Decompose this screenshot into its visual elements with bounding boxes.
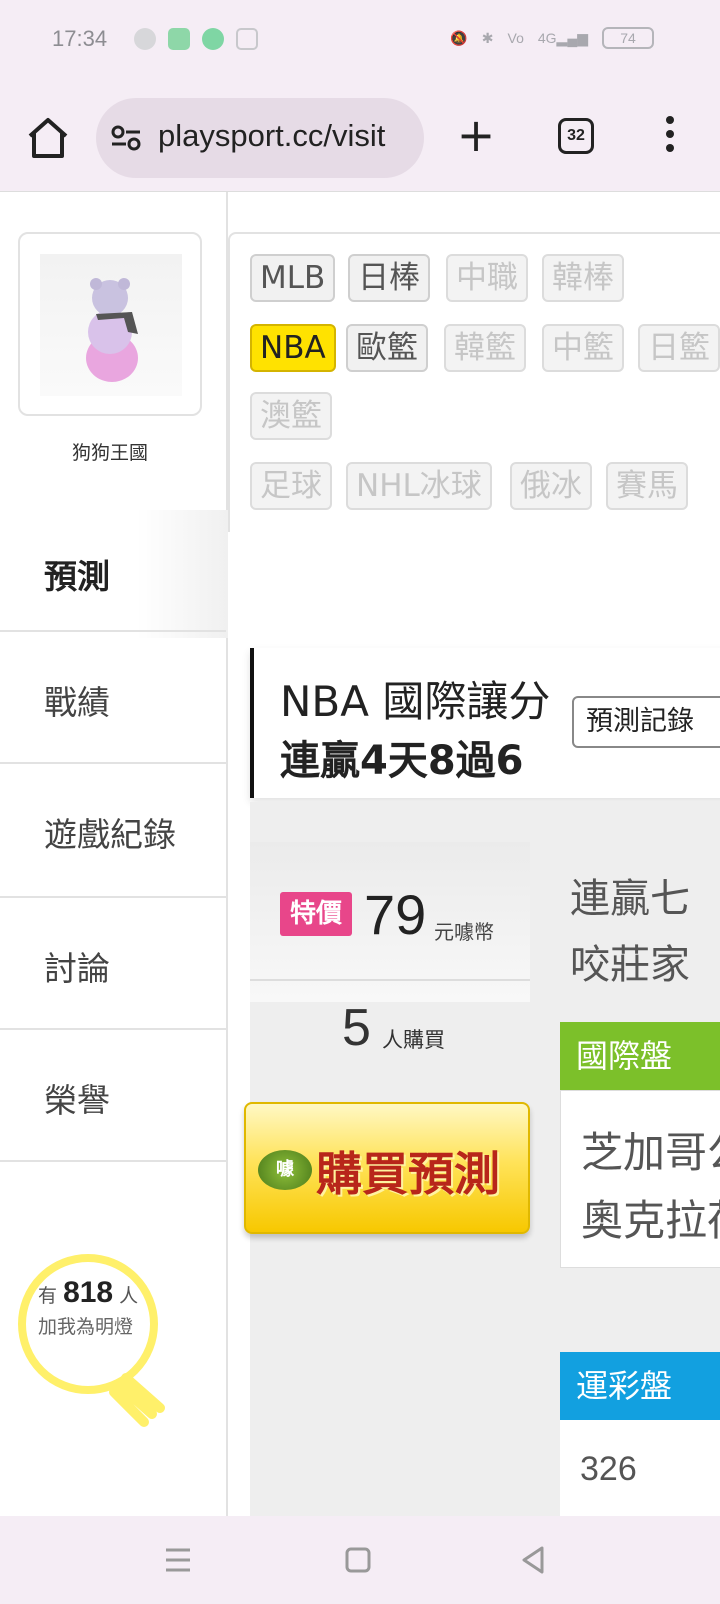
- prediction-record-button[interactable]: 預測記錄: [572, 696, 720, 748]
- signal-icon: 4G▂▄▆: [537, 29, 588, 46]
- league-chip-cpbl[interactable]: 中職: [446, 254, 528, 302]
- upload-icon: [202, 28, 224, 50]
- prediction-desc-line1: 連贏七: [570, 876, 690, 922]
- league-chip-soccer[interactable]: 足球: [250, 462, 332, 510]
- coin-logo-icon: 噱: [258, 1150, 312, 1190]
- recent-apps-icon[interactable]: [158, 1542, 198, 1578]
- sidebar-item-label: 討論: [44, 949, 110, 988]
- price-value: 79: [364, 883, 427, 946]
- chat-bubble-icon: [134, 28, 156, 50]
- sidebar-item-honor[interactable]: 榮譽: [0, 1028, 226, 1162]
- buyers-label: 人購買: [382, 1028, 445, 1052]
- league-chip-khl[interactable]: 俄冰: [510, 462, 592, 510]
- avatar-image: [40, 254, 182, 396]
- more-menu-icon[interactable]: [660, 116, 680, 160]
- league-chip-kbl[interactable]: 韓籃: [444, 324, 526, 372]
- buy-prediction-label: 購買預測: [316, 1147, 500, 1201]
- back-nav-icon[interactable]: [514, 1542, 554, 1578]
- android-icon: [168, 28, 190, 50]
- league-chip-nhl[interactable]: NHL冰球: [346, 462, 492, 510]
- price-unit: 元噱幣: [434, 920, 494, 944]
- league-filter: MLB 日棒 中職 韓棒 NBA 歐籃 韓籃 中籃 日籃 澳籃 足球 NHL冰球…: [228, 232, 720, 532]
- fans-count: 818: [63, 1276, 114, 1309]
- battery-icon: 74: [602, 27, 654, 49]
- sidebar-item-label: 預測: [44, 557, 110, 596]
- league-chip-jpn-basketball[interactable]: 日籃: [638, 324, 720, 372]
- league-chip-npb[interactable]: 日棒: [348, 254, 430, 302]
- team-name: 奧克拉荷: [581, 1196, 720, 1245]
- league-chip-cba[interactable]: 中籃: [542, 324, 624, 372]
- league-chip-euro-basketball[interactable]: 歐籃: [346, 324, 428, 372]
- league-chip-nbl[interactable]: 澳籃: [250, 392, 332, 440]
- site-info-icon[interactable]: [110, 124, 142, 152]
- mute-icon: 🔕: [450, 29, 468, 46]
- lottery-value: 326: [580, 1450, 637, 1488]
- prediction-deal: 特價 79 元噱幣 5 人購買 噱 購買預測 連贏七 咬莊家 國際盤 芝加哥公 …: [244, 802, 720, 1516]
- volte-icon: Vo: [507, 30, 524, 46]
- buyers-count: 5: [342, 999, 371, 1057]
- sidebar-item-label: 榮譽: [44, 1081, 110, 1120]
- main-content: MLB 日棒 中職 韓棒 NBA 歐籃 韓籃 中籃 日籃 澳籃 足球 NHL冰球…: [228, 192, 720, 1516]
- intl-odds-box: 芝加哥公 奧克拉荷: [560, 1090, 720, 1268]
- profile-sidebar: 狗狗王國 預測 戰績 遊戲紀錄 討論 榮譽 有 818 人 加我為明燈: [0, 192, 228, 1516]
- home-icon[interactable]: [24, 116, 72, 160]
- browser-toolbar: playsport.cc/visit + 32: [0, 80, 720, 192]
- prediction-detail: 連贏七 咬莊家 國際盤 芝加哥公 奧克拉荷 運彩盤 326: [540, 802, 720, 1516]
- url-bar[interactable]: playsport.cc/visit: [96, 98, 424, 178]
- league-chip-kbo[interactable]: 韓棒: [542, 254, 624, 302]
- sidebar-item-record[interactable]: 戰績: [0, 630, 226, 764]
- fans-caption: 加我為明燈: [38, 1316, 134, 1338]
- tabs-icon[interactable]: 32: [558, 118, 594, 154]
- play-icon: [236, 28, 258, 50]
- sale-badge: 特價: [280, 892, 352, 936]
- nickname: 狗狗王國: [71, 442, 148, 464]
- sidebar-item-predict[interactable]: 預測: [0, 510, 228, 638]
- notification-icons: [134, 28, 258, 50]
- fans-count-line: 有 818 人: [38, 1276, 139, 1309]
- team-name: 芝加哥公: [581, 1128, 720, 1177]
- status-time: 17:34: [52, 26, 108, 51]
- sidebar-item-discussion[interactable]: 討論: [0, 896, 226, 1030]
- prediction-header: NBA 國際讓分 連贏4天8過6 預測記錄: [250, 648, 720, 798]
- prediction-streak: 連贏4天8過6: [280, 738, 524, 784]
- system-nav-bar: [0, 1516, 720, 1604]
- league-chip-horse-racing[interactable]: 賽馬: [606, 462, 688, 510]
- avatar[interactable]: [18, 232, 202, 416]
- status-bar: 17:34 🔕 ✱ Vo 4G▂▄▆ 74: [0, 0, 720, 80]
- intl-odds-header: 國際盤: [560, 1022, 720, 1090]
- plus-icon[interactable]: +: [456, 112, 496, 158]
- league-chip-mlb[interactable]: MLB: [250, 254, 336, 302]
- bluetooth-icon: ✱: [481, 29, 494, 46]
- home-nav-icon[interactable]: [338, 1542, 378, 1578]
- sidebar-item-game-log[interactable]: 遊戲紀錄: [0, 762, 226, 896]
- lottery-odds-box: 326: [560, 1420, 720, 1516]
- bear-figure-icon: [86, 278, 138, 382]
- url-text[interactable]: playsport.cc/visit: [158, 118, 385, 154]
- prediction-title: NBA 國際讓分: [280, 677, 551, 726]
- divider: [250, 979, 530, 981]
- lottery-odds-header: 運彩盤: [560, 1352, 720, 1420]
- system-icons: 🔕 ✱ Vo 4G▂▄▆ 74: [450, 27, 654, 49]
- buy-prediction-button[interactable]: 噱 購買預測: [244, 1102, 530, 1234]
- prediction-desc-line2: 咬莊家: [570, 942, 690, 988]
- sidebar-divider: [0, 1160, 226, 1162]
- sidebar-item-label: 遊戲紀錄: [44, 815, 176, 854]
- league-chip-nba[interactable]: NBA: [250, 324, 336, 372]
- sidebar-item-label: 戰績: [44, 683, 110, 722]
